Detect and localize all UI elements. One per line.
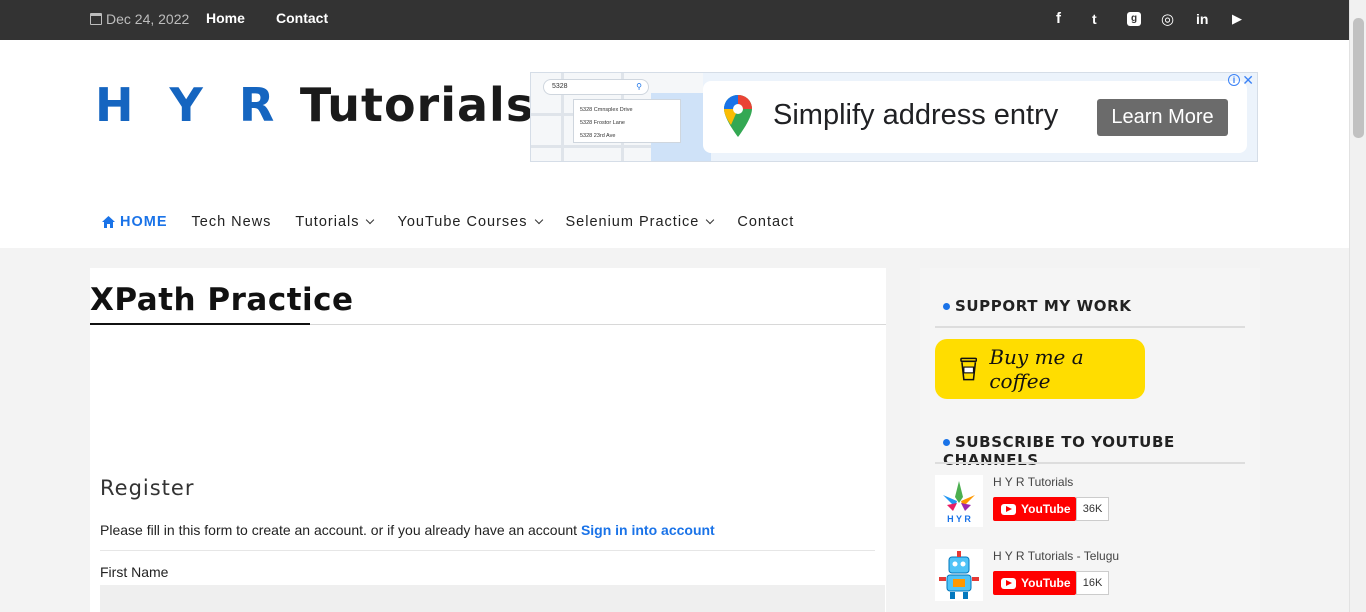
youtube-icon[interactable]: ▶ — [1232, 11, 1242, 27]
ad-headline: Simplify address entry — [773, 99, 1059, 131]
page: Dec 24, 2022 Home Contact f t g ◎ in ▶ H… — [0, 0, 1366, 612]
widget-divider — [935, 326, 1245, 328]
main-nav: HOME Tech News Tutorials YouTube Courses… — [102, 214, 818, 230]
ad-map-image: 5328 ⚲ 5328 Cmnsplex Drive 5328 Frostor … — [531, 73, 711, 161]
channel-name[interactable]: H Y R Tutorials — [993, 475, 1073, 489]
hyr-telugu-channel-avatar[interactable] — [935, 549, 983, 601]
nav-youtube-courses-label: YouTube Courses — [397, 214, 528, 230]
youtube-play-icon — [1001, 503, 1016, 515]
form-divider — [100, 550, 875, 551]
ad-search-text: 5328 — [552, 83, 568, 90]
channel-item: H Y R Tutorials - Telugu YouTube 16K — [935, 549, 1245, 605]
support-widget-title: SUPPORT MY WORK — [943, 297, 1132, 315]
nav-tech-news-label: Tech News — [191, 214, 272, 230]
main-content: XPath Practice Register Please fill in t… — [90, 268, 886, 612]
twitter-icon[interactable]: t — [1092, 11, 1097, 27]
hyr-tutorials-channel-avatar[interactable]: H Y R — [935, 475, 983, 527]
linkedin-icon[interactable]: in — [1196, 11, 1208, 27]
nav-item-contact[interactable]: Contact — [737, 214, 794, 230]
first-name-input[interactable] — [100, 585, 885, 612]
home-icon — [102, 216, 115, 228]
nav-item-selenium-practice[interactable]: Selenium Practice — [565, 214, 715, 230]
ad-close-icon[interactable]: ✕ — [1242, 73, 1254, 89]
nav-item-tech-news[interactable]: Tech News — [192, 214, 272, 230]
nav-item-youtube-courses[interactable]: YouTube Courses — [397, 214, 543, 230]
page-title: XPath Practice — [90, 282, 354, 318]
ad-suggestion-item: 5328 23rd Ave — [580, 133, 616, 139]
page-scrollbar[interactable] — [1349, 0, 1366, 612]
sign-in-link[interactable]: Sign in into account — [581, 522, 715, 538]
ad-card: Simplify address entry Learn More — [703, 81, 1247, 153]
date-text: Dec 24, 2022 — [106, 11, 190, 27]
register-description-text: Please fill in this form to create an ac… — [100, 522, 578, 538]
support-title-text: SUPPORT MY WORK — [955, 297, 1132, 315]
ad-suggestions: 5328 Cmnsplex Drive 5328 Frostor Lane 53… — [573, 99, 681, 143]
channel-name[interactable]: H Y R Tutorials - Telugu — [993, 549, 1119, 563]
register-description: Please fill in this form to create an ac… — [100, 522, 715, 538]
first-name-label: First Name — [100, 564, 169, 580]
bullet-dot-icon — [943, 439, 950, 446]
channel-item: H Y R H Y R Tutorials YouTube 36K — [935, 475, 1245, 531]
ad-banner[interactable]: 5328 ⚲ 5328 Cmnsplex Drive 5328 Frostor … — [530, 72, 1258, 162]
ad-info-icon[interactable]: i — [1228, 74, 1240, 86]
github-icon[interactable]: g — [1127, 12, 1141, 26]
nav-item-home[interactable]: HOME — [102, 214, 168, 230]
youtube-play-icon — [1001, 577, 1016, 589]
ad-suggestion-item: 5328 Cmnsplex Drive — [580, 107, 633, 113]
subscriber-count: 36K — [1076, 497, 1109, 521]
top-bar: Dec 24, 2022 Home Contact f t g ◎ in ▶ — [0, 0, 1349, 40]
site-logo[interactable]: H Y R Tutorials — [95, 78, 534, 132]
title-underline — [90, 323, 310, 325]
instagram-icon[interactable]: ◎ — [1161, 10, 1174, 28]
logo-tutorials: Tutorials — [299, 78, 535, 132]
youtube-subscribe-button[interactable]: YouTube — [993, 571, 1076, 595]
nav-home-label: HOME — [120, 214, 168, 230]
topbar-home-link[interactable]: Home — [206, 10, 245, 26]
subscriber-count: 16K — [1076, 571, 1109, 595]
ad-suggestion-item: 5328 Frostor Lane — [580, 120, 625, 126]
ad-search-box: 5328 ⚲ — [543, 79, 649, 95]
nav-tutorials-label: Tutorials — [295, 214, 360, 230]
calendar-icon — [90, 13, 102, 25]
facebook-icon[interactable]: f — [1056, 10, 1061, 27]
site-header: H Y R Tutorials 5328 ⚲ 5328 Cmnsplex Dri… — [0, 40, 1349, 248]
nav-selenium-practice-label: Selenium Practice — [565, 214, 700, 230]
sidebar: SUPPORT MY WORK Buy me a coffee SUBSCRIB… — [920, 268, 1260, 612]
ad-learn-more-button[interactable]: Learn More — [1097, 99, 1228, 136]
topbar-contact-link[interactable]: Contact — [276, 10, 328, 26]
youtube-button-label: YouTube — [1021, 502, 1071, 516]
scrollbar-thumb[interactable] — [1353, 18, 1364, 138]
svg-text:H Y R: H Y R — [947, 514, 971, 524]
nav-contact-label: Contact — [737, 214, 795, 230]
chevron-down-icon — [706, 215, 715, 225]
coffee-label: Buy me a coffee — [989, 345, 1084, 393]
youtube-button-label: YouTube — [1021, 576, 1071, 590]
nav-item-tutorials[interactable]: Tutorials — [295, 214, 375, 230]
bullet-dot-icon — [943, 303, 950, 310]
google-maps-pin-icon — [724, 95, 752, 137]
chevron-down-icon — [534, 215, 543, 225]
chevron-down-icon — [366, 215, 375, 225]
date-display: Dec 24, 2022 — [90, 11, 189, 27]
register-heading: Register — [100, 476, 195, 500]
ad-search-icon: ⚲ — [636, 82, 642, 91]
logo-hyr: H Y R — [95, 78, 285, 132]
youtube-subscribe-button[interactable]: YouTube — [993, 497, 1076, 521]
coffee-cup-icon — [960, 357, 978, 381]
widget-divider — [935, 462, 1245, 464]
buy-me-a-coffee-button[interactable]: Buy me a coffee — [935, 339, 1145, 399]
